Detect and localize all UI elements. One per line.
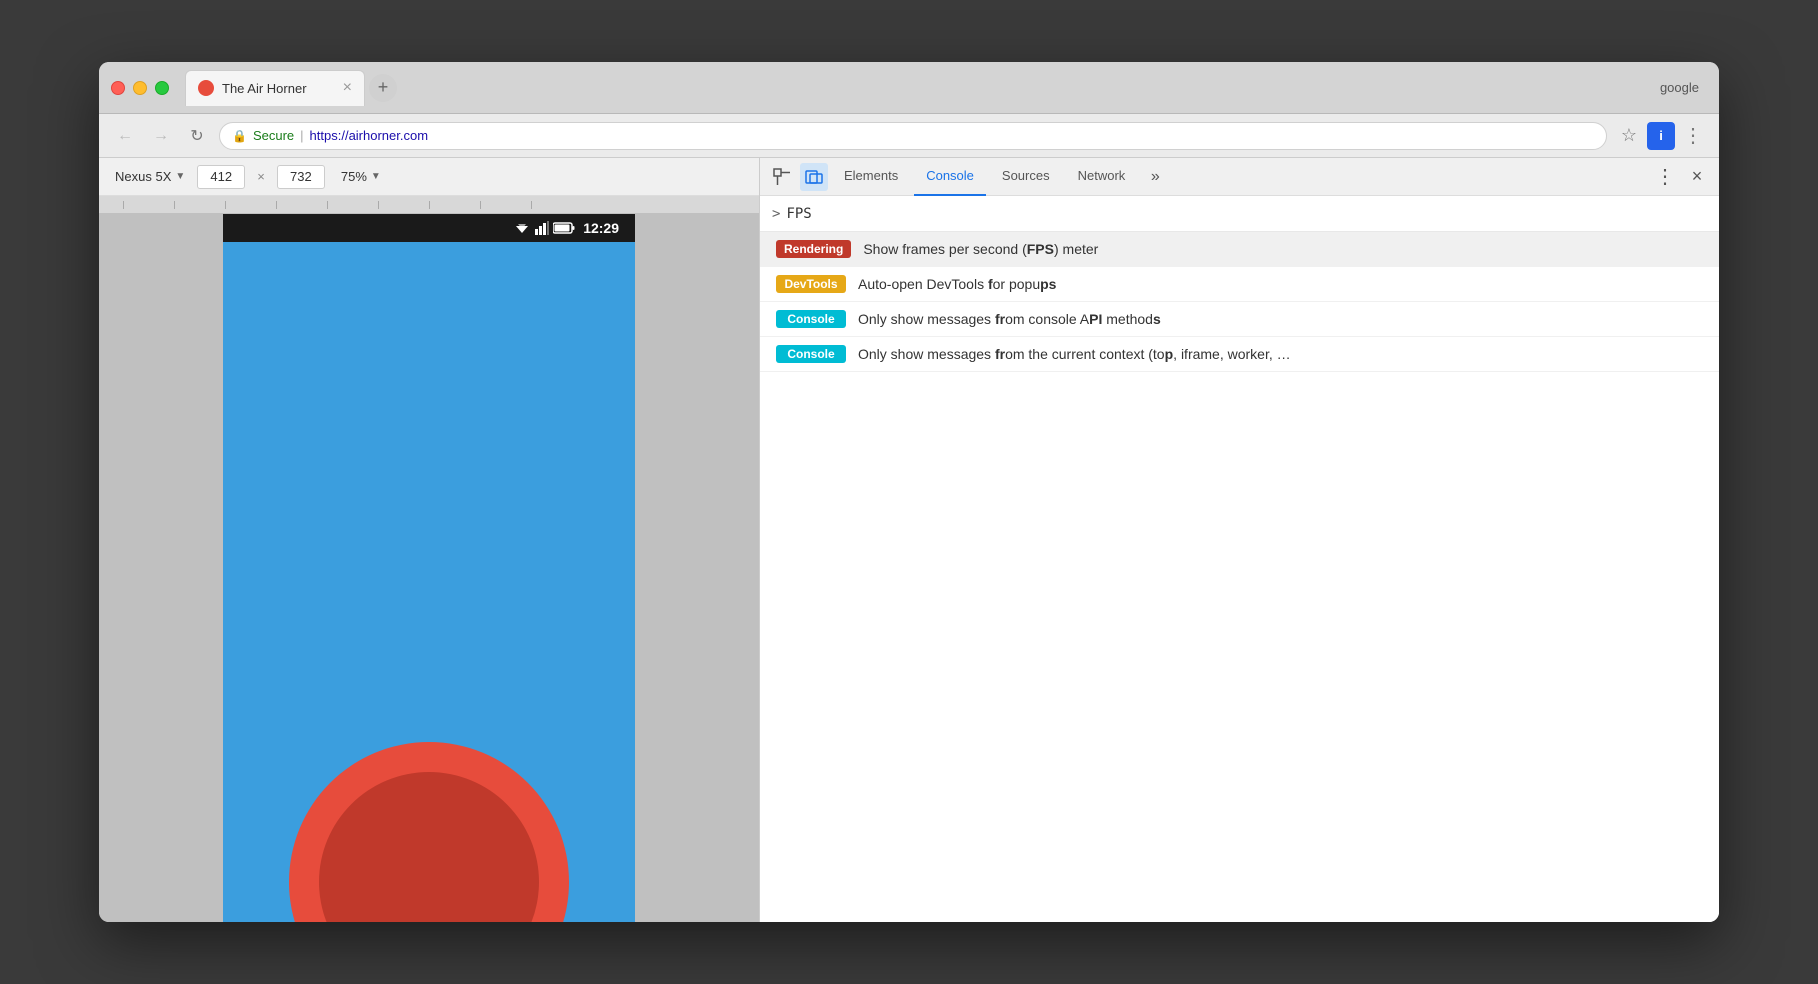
ruler-mark xyxy=(480,201,481,209)
minimize-window-btn[interactable] xyxy=(133,81,147,95)
tab-console[interactable]: Console xyxy=(914,158,986,196)
phone-body xyxy=(223,242,635,922)
signal-icon xyxy=(535,221,549,235)
console-badge-2: Console xyxy=(776,345,846,363)
autocomplete-text-2: Auto-open DevTools for popups xyxy=(858,276,1056,292)
rendering-badge: Rendering xyxy=(776,240,851,258)
devtools-toolbar: Elements Console Sources Network » ⋮ xyxy=(760,158,1719,196)
ruler-mark xyxy=(225,201,226,209)
autocomplete-text-1: Show frames per second (FPS) meter xyxy=(863,241,1098,257)
device-mode-btn[interactable] xyxy=(800,163,828,191)
console-input-row: > FPS xyxy=(760,196,1719,232)
bookmark-button[interactable]: ☆ xyxy=(1615,122,1643,150)
google-search-label: google xyxy=(1660,80,1707,95)
viewport: Nexus 5X ▼ × 75% ▼ xyxy=(99,158,759,922)
autocomplete-item-rendering[interactable]: Rendering Show frames per second (FPS) m… xyxy=(760,232,1719,267)
forward-button[interactable]: → xyxy=(147,122,175,150)
viewport-ruler xyxy=(99,196,759,214)
secure-icon: 🔒 xyxy=(232,129,247,143)
phone-screen: 12:29 xyxy=(223,214,635,922)
air-horn-circle xyxy=(289,742,569,922)
phone-status-bar: 12:29 xyxy=(223,214,635,242)
air-horn-inner xyxy=(319,772,539,922)
device-chevron-icon: ▼ xyxy=(175,171,185,182)
status-icons xyxy=(513,221,575,235)
autocomplete-item-console-1[interactable]: Console Only show messages from console … xyxy=(760,302,1719,337)
ruler-marks xyxy=(123,201,532,209)
address-bar: ← → ↻ 🔒 Secure | https://airhorner.com ☆… xyxy=(99,114,1719,158)
width-input[interactable] xyxy=(197,165,245,189)
ruler-mark xyxy=(327,201,328,209)
autocomplete-text-4: Only show messages from the current cont… xyxy=(858,346,1291,362)
address-input[interactable]: 🔒 Secure | https://airhorner.com xyxy=(219,122,1607,150)
wifi-icon xyxy=(513,221,531,235)
ruler-mark xyxy=(429,201,430,209)
traffic-lights xyxy=(111,81,169,95)
devtools-badge: DevTools xyxy=(776,275,846,293)
zoom-level: 75% xyxy=(341,169,367,184)
device-name: Nexus 5X xyxy=(115,169,171,184)
console-prompt: > xyxy=(772,206,780,222)
secure-label: Secure xyxy=(253,128,294,143)
zoom-selector[interactable]: 75% ▼ xyxy=(341,169,381,184)
battery-icon xyxy=(553,222,575,234)
console-input-text[interactable]: FPS xyxy=(786,206,811,222)
browser-window: The Air Horner × + google ← → ↻ 🔒 Secure… xyxy=(99,62,1719,922)
tab-network[interactable]: Network xyxy=(1066,158,1138,196)
devtools-panel: Elements Console Sources Network » ⋮ xyxy=(759,158,1719,922)
autocomplete-item-console-2[interactable]: Console Only show messages from the curr… xyxy=(760,337,1719,372)
device-selector[interactable]: Nexus 5X ▼ xyxy=(115,169,185,184)
inspect-element-btn[interactable] xyxy=(768,163,796,191)
browser-tab[interactable]: The Air Horner × xyxy=(185,70,365,106)
more-tabs-btn[interactable]: » xyxy=(1141,163,1169,191)
viewport-content: 12:29 xyxy=(99,214,759,922)
close-window-btn[interactable] xyxy=(111,81,125,95)
maximize-window-btn[interactable] xyxy=(155,81,169,95)
browser-menu-button[interactable]: ⋮ xyxy=(1679,122,1707,150)
autocomplete-item-devtools[interactable]: DevTools Auto-open DevTools for popups xyxy=(760,267,1719,302)
extension-icon: i xyxy=(1659,128,1663,143)
autocomplete-list: Rendering Show frames per second (FPS) m… xyxy=(760,232,1719,372)
back-button[interactable]: ← xyxy=(111,122,139,150)
tab-elements[interactable]: Elements xyxy=(832,158,910,196)
autocomplete-text-3: Only show messages from console API meth… xyxy=(858,311,1161,327)
ruler-mark xyxy=(531,201,532,209)
devtools-menu-btn[interactable]: ⋮ xyxy=(1651,163,1679,191)
refresh-button[interactable]: ↻ xyxy=(183,122,211,150)
tab-sources[interactable]: Sources xyxy=(990,158,1062,196)
dimension-separator: × xyxy=(257,169,265,184)
tab-close-btn[interactable]: × xyxy=(343,80,352,96)
ruler-mark xyxy=(123,201,124,209)
console-badge-1: Console xyxy=(776,310,846,328)
ruler-mark xyxy=(276,201,277,209)
tab-bar: The Air Horner × + xyxy=(185,70,1652,106)
devtools-close-btn[interactable]: × xyxy=(1683,163,1711,191)
main-content: Nexus 5X ▼ × 75% ▼ xyxy=(99,158,1719,922)
address-url: https://airhorner.com xyxy=(310,128,429,143)
tab-title: The Air Horner xyxy=(222,81,335,96)
ruler-mark xyxy=(174,201,175,209)
address-actions: ☆ i ⋮ xyxy=(1615,122,1707,150)
height-input[interactable] xyxy=(277,165,325,189)
status-time: 12:29 xyxy=(583,220,619,236)
extension-button[interactable]: i xyxy=(1647,122,1675,150)
address-separator: | xyxy=(300,128,303,143)
tab-favicon xyxy=(198,80,214,96)
title-bar: The Air Horner × + google xyxy=(99,62,1719,114)
zoom-chevron-icon: ▼ xyxy=(371,171,381,182)
console-area: > FPS Rendering Show frames per second (… xyxy=(760,196,1719,922)
new-tab-button[interactable]: + xyxy=(369,74,397,102)
ruler-mark xyxy=(378,201,379,209)
device-toolbar: Nexus 5X ▼ × 75% ▼ xyxy=(99,158,759,196)
